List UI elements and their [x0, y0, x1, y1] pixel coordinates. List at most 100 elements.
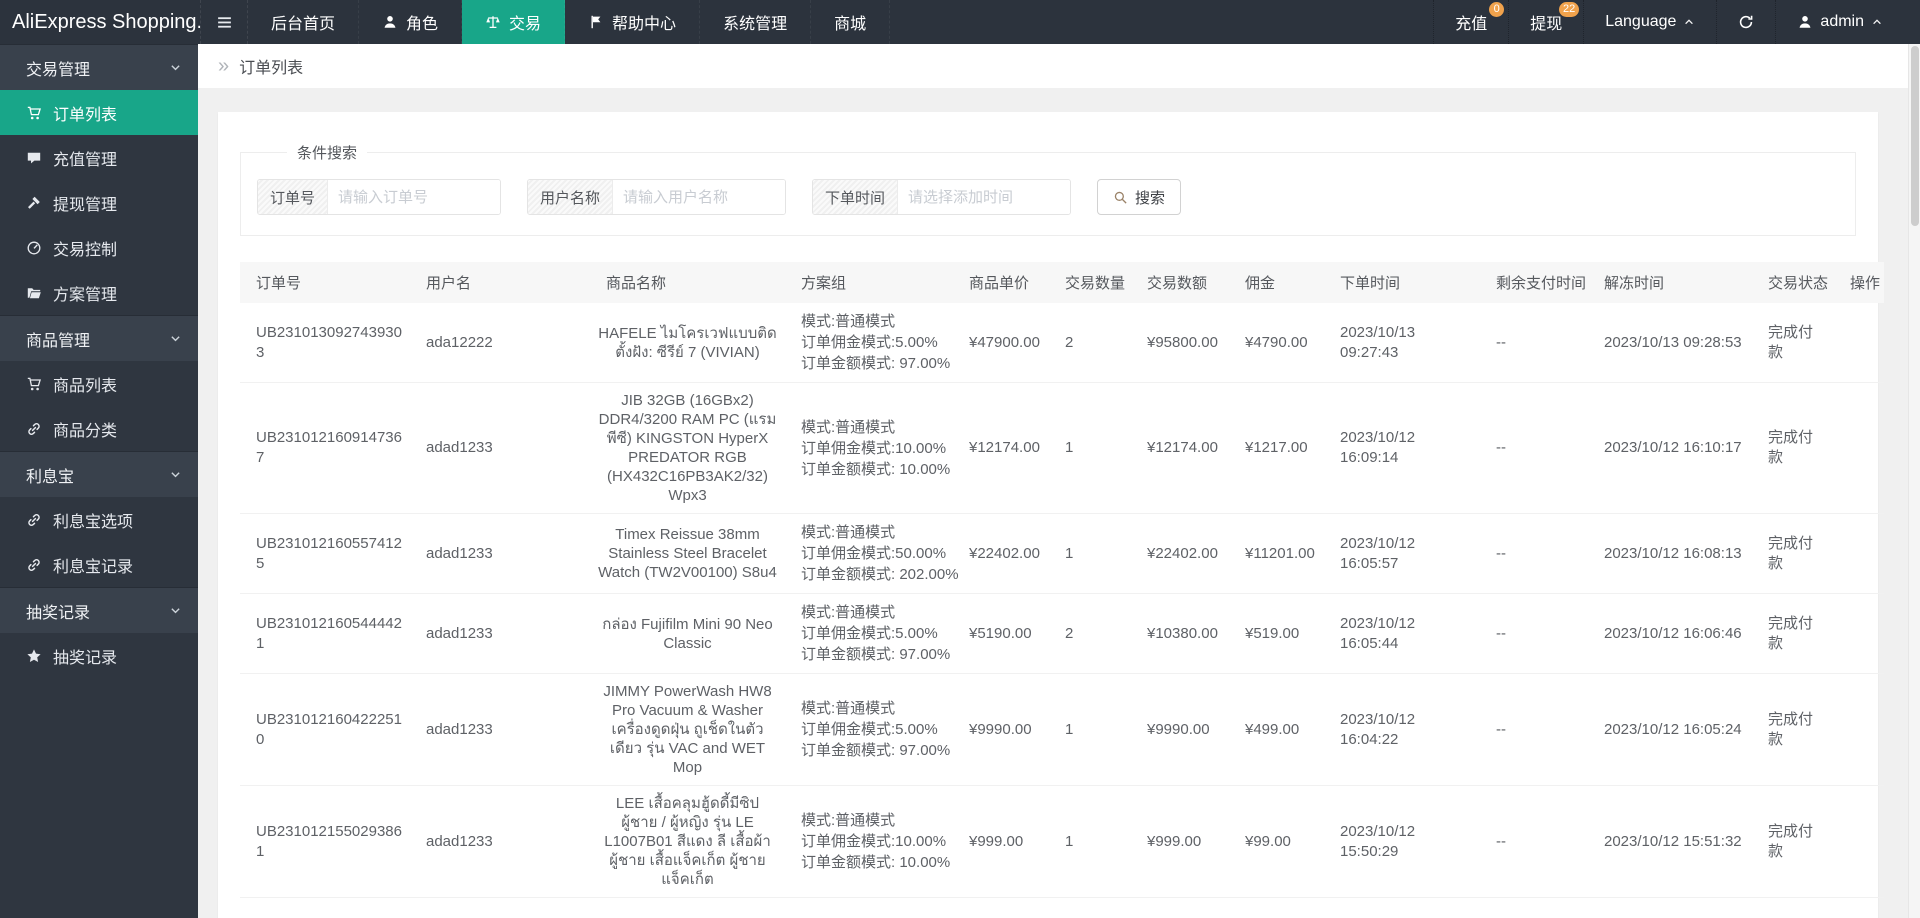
sidebar-item-goods-category[interactable]: 商品分类 — [0, 406, 198, 451]
cell-amount: ¥12174.00 — [1131, 382, 1229, 514]
app-logo: AliExpress Shopping... — [12, 10, 200, 33]
withdraw-badge: 22 — [1558, 2, 1580, 17]
withdraw-button[interactable]: 提现 22 — [1508, 0, 1583, 44]
nav-item-home[interactable]: 后台首页 — [248, 0, 360, 44]
cell-amount: ¥999.00 — [1131, 785, 1229, 898]
sidebar-item-trade-control[interactable]: 交易控制 — [0, 225, 198, 270]
sidebar-item-label: 订单列表 — [53, 106, 118, 124]
nav-item-trade[interactable]: 交易 — [462, 0, 566, 44]
cell-unit-price: ¥999.00 — [953, 785, 1049, 898]
cell-product-name: Timex Reissue 38mm Stainless Steel Brace… — [590, 513, 785, 594]
sidebar-item-label: 利息宝记录 — [53, 558, 134, 576]
cell-commission: ¥1217.00 — [1229, 382, 1324, 514]
column-header-3: 商品名称 — [590, 262, 785, 303]
cell-order-time: 2023/10/12 16:05:44 — [1324, 593, 1480, 674]
cell-unit-price: ¥47900.00 — [953, 303, 1049, 383]
cell-username: ada12222 — [410, 303, 590, 383]
cell-product-name: HAFELE ไมโครเวฟแบบติดตั้งฝัง: ซีรีย์ 7 (… — [590, 303, 785, 383]
username-input[interactable] — [613, 180, 786, 214]
table-row: UB2310121604222510 adad1233 JIMMY PowerWas… — [240, 673, 1884, 786]
nav-item-help[interactable]: 帮助中心 — [565, 0, 701, 44]
main-nav: 后台首页 角色 交易 帮助中心 系统管理 商城 — [248, 0, 891, 44]
star-icon — [26, 648, 42, 664]
chevron-down-icon — [169, 332, 182, 345]
language-dropdown[interactable]: Language — [1583, 0, 1716, 44]
cell-order-no: UB2310121550293861 — [240, 785, 410, 898]
sidebar-group-trade-manage[interactable]: 交易管理 — [0, 44, 198, 90]
cell-order-time: 2023/10/12 16:09:14 — [1324, 382, 1480, 514]
hamburger-icon — [216, 14, 233, 31]
nav-item-label: 角色 — [406, 16, 439, 33]
folder-icon — [26, 285, 42, 301]
sidebar-item-lottery-records[interactable]: 抽奖记录 — [0, 633, 198, 678]
sidebar-item-interest-options[interactable]: 利息宝选项 — [0, 497, 198, 542]
cell-remaining-pay-time: -- — [1480, 593, 1588, 674]
user-menu[interactable]: admin — [1775, 0, 1904, 44]
sidebar-group-goods-manage[interactable]: 商品管理 — [0, 315, 198, 361]
scrollbar-thumb[interactable] — [1910, 46, 1919, 226]
breadcrumb: » 订单列表 — [198, 44, 1920, 88]
link-icon — [26, 512, 42, 528]
refresh-button[interactable] — [1716, 0, 1775, 44]
scrollbar[interactable] — [1908, 44, 1920, 918]
sidebar-group-label: 交易管理 — [26, 61, 91, 79]
refresh-icon — [1738, 14, 1754, 30]
cell-scheme-group: 模式:普通模式 订单佣金模式:50.00% 订单金额模式: 202.00% — [785, 513, 959, 594]
cell-status: 完成付款 — [1752, 382, 1834, 514]
comment-icon — [26, 150, 42, 166]
cell-remaining-pay-time: -- — [1480, 785, 1588, 898]
sidebar-item-label: 商品列表 — [53, 377, 118, 395]
column-header-2: 用户名 — [410, 262, 590, 303]
column-header-5: 商品单价 — [953, 262, 1049, 303]
cell-order-time: 2023/10/12 16:04:22 — [1324, 673, 1480, 786]
cell-status: 完成付款 — [1752, 593, 1834, 674]
sidebar: 交易管理 订单列表 充值管理 提现管理 交易控制 方案管理 商品管理 商品列表 商品分类 利息宝利… — [0, 44, 198, 918]
hamburger-icon[interactable] — [200, 0, 248, 44]
nav-item-mall[interactable]: 商城 — [811, 0, 891, 44]
cell-product-name: กล่อง Fujifilm Mini 90 Neo Classic — [590, 593, 785, 674]
double-chevron-icon: » — [218, 55, 230, 77]
cell-unit-price: ¥9990.00 — [953, 673, 1049, 786]
nav-item-roles[interactable]: 角色 — [359, 0, 463, 44]
column-header-1: 订单号 — [240, 262, 410, 303]
nav-item-system[interactable]: 系统管理 — [700, 0, 812, 44]
cell-amount: ¥10380.00 — [1131, 593, 1229, 674]
sidebar-item-withdraw-manage[interactable]: 提现管理 — [0, 180, 198, 225]
sidebar-group-interest-bao[interactable]: 利息宝 — [0, 451, 198, 497]
person-icon — [1797, 14, 1813, 30]
sidebar-item-scheme-manage[interactable]: 方案管理 — [0, 270, 198, 315]
cell-unit-price: ¥12174.00 — [953, 382, 1049, 514]
recharge-label: 充值 — [1455, 16, 1488, 33]
sidebar-item-goods-list[interactable]: 商品列表 — [0, 361, 198, 406]
search-button-label: 搜索 — [1135, 189, 1166, 207]
cell-status: 完成付款 — [1752, 303, 1834, 383]
cell-unfreeze-time: 2023/10/12 16:05:24 — [1588, 673, 1752, 786]
order-no-input[interactable] — [328, 180, 501, 214]
cell-commission: ¥99.00 — [1229, 785, 1324, 898]
cart-icon — [26, 376, 42, 392]
cell-remaining-pay-time: -- — [1480, 673, 1588, 786]
column-header-9: 下单时间 — [1324, 262, 1480, 303]
cell-unfreeze-time: 2023/10/12 16:10:17 — [1588, 382, 1752, 514]
chevron-down-icon — [169, 604, 182, 617]
cell-order-no: UB2310121605444421 — [240, 593, 410, 674]
recharge-button[interactable]: 充值 0 — [1433, 0, 1508, 44]
cell-username: adad1233 — [410, 513, 590, 594]
chevron-up-icon — [1683, 16, 1695, 28]
orders-table: 订单号 用户名 商品名称 方案组 商品单价 交易数量 交易数额 佣金 下单时间 剩余支付时间 解冻时… — [240, 262, 1884, 898]
cell-username: adad1233 — [410, 382, 590, 514]
table-header-row: 订单号 用户名 商品名称 方案组 商品单价 交易数量 交易数额 佣金 下单时间 剩余支付时间 解冻时… — [240, 262, 1884, 303]
sidebar-group-lottery-records-group[interactable]: 抽奖记录 — [0, 587, 198, 633]
sidebar-item-interest-records[interactable]: 利息宝记录 — [0, 542, 198, 587]
sidebar-item-recharge-manage[interactable]: 充值管理 — [0, 135, 198, 180]
recharge-badge: 0 — [1489, 2, 1505, 17]
cell-qty: 2 — [1049, 593, 1131, 674]
sidebar-item-order-list[interactable]: 订单列表 — [0, 90, 198, 135]
order-time-input[interactable] — [898, 180, 1071, 214]
table-row: UB2310121550293861 adad1233 LEE เสื้อคลุมฮ… — [240, 785, 1884, 898]
search-field-label: 用户名称 — [528, 180, 614, 214]
cell-action — [1834, 513, 1884, 594]
search-button[interactable]: 搜索 — [1097, 179, 1182, 215]
person-icon — [382, 14, 398, 30]
admin-app: AliExpress Shopping... 后台首页 角色 交易 帮助中心 系统管理商… — [0, 0, 1920, 918]
